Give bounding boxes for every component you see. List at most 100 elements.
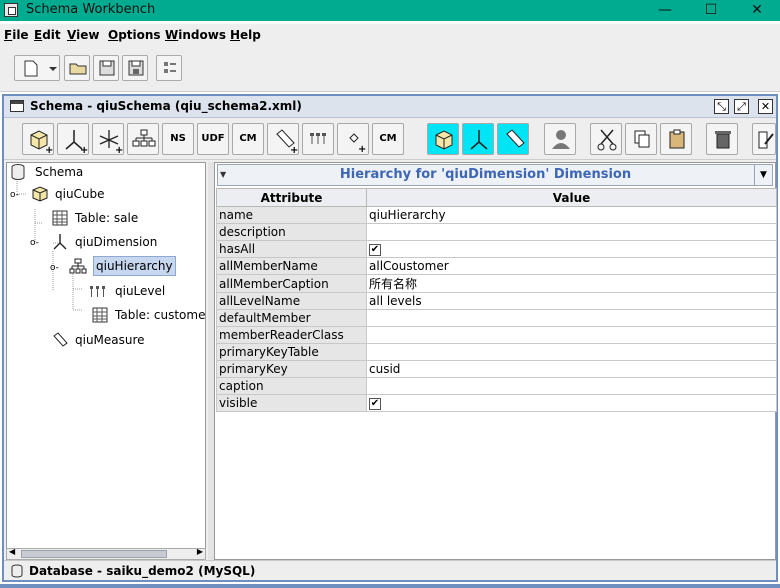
tree-node-table-customer[interactable]: Table: customer <box>115 305 205 325</box>
delete-button[interactable] <box>706 123 738 155</box>
add-named-set-button[interactable]: NS <box>162 123 194 155</box>
element-selector[interactable]: ▼ Hierarchy for 'qiuDimension' Dimension… <box>217 164 773 186</box>
table-row[interactable]: allMemberCaption 所有名称 <box>216 274 777 293</box>
table-row[interactable]: name qiuHierarchy <box>216 206 777 224</box>
cm2-label: CM <box>379 133 397 144</box>
menu-edit[interactable]: Edit <box>34 28 61 42</box>
attribute-value[interactable] <box>366 377 777 395</box>
attribute-value[interactable]: 所有名称 <box>366 274 777 293</box>
open-button[interactable] <box>64 55 90 81</box>
attribute-name: description <box>216 223 367 241</box>
editor-heading: Hierarchy for 'qiuDimension' Dimension <box>339 167 632 182</box>
maximize-button[interactable]: ☐ <box>688 0 734 21</box>
menu-help[interactable]: Help <box>230 28 261 42</box>
add-hierarchy-button[interactable] <box>127 123 159 155</box>
table-row[interactable]: memberReaderClass <box>216 326 777 344</box>
svg-text:+: + <box>115 145 123 156</box>
tree-node-cube[interactable]: qiuCube <box>55 184 105 204</box>
scroll-right-arrow-icon[interactable]: ▶ <box>197 547 203 556</box>
add-role-button[interactable] <box>544 123 576 155</box>
inner-close-button[interactable]: ✕ <box>758 99 773 114</box>
svg-text:+: + <box>290 145 298 156</box>
tree-toggle-cube[interactable]: o- <box>10 185 19 205</box>
jdbc-explorer-button[interactable] <box>156 55 182 81</box>
edit-button[interactable] <box>752 123 776 155</box>
add-property-button[interactable]: + <box>337 123 369 155</box>
tree-node-schema[interactable]: Schema <box>35 163 83 182</box>
level-icon <box>90 286 105 297</box>
add-dimension-button[interactable]: + <box>57 123 89 156</box>
tree-node-table-sale[interactable]: Table: sale <box>75 208 138 228</box>
table-row[interactable]: caption <box>216 377 777 395</box>
menu-file[interactable]: File <box>4 28 29 42</box>
hasall-checkbox[interactable]: ✔ <box>369 243 381 256</box>
attribute-value[interactable]: allCoustomer <box>366 257 777 275</box>
add-virtual-dimension-button[interactable] <box>462 123 494 155</box>
attribute-value[interactable]: all levels <box>366 292 777 310</box>
table-row[interactable]: primaryKey cusid <box>216 360 777 378</box>
copy-button[interactable] <box>625 123 657 155</box>
attribute-name: memberReaderClass <box>216 326 367 344</box>
save-as-button[interactable] <box>122 55 148 81</box>
add-virtual-cube-button[interactable] <box>427 123 459 155</box>
tree-toggle-hierarchy[interactable]: o- <box>50 258 59 278</box>
tree-node-dimension[interactable]: qiuDimension <box>75 232 157 252</box>
add-calculated-member-button[interactable]: CM <box>232 123 264 155</box>
column-header-attribute[interactable]: Attribute <box>216 188 367 207</box>
window-icon <box>10 100 24 112</box>
inner-minimize-button[interactable]: ⤡ <box>714 99 729 114</box>
cut-button[interactable] <box>590 123 622 155</box>
tree-toggle-dimension[interactable]: o- <box>30 233 39 253</box>
tree-node-measure[interactable]: qiuMeasure <box>75 330 145 350</box>
table-row[interactable]: visible ✔ <box>216 394 777 412</box>
menu-windows[interactable]: Windows <box>165 28 226 42</box>
tree-node-hierarchy[interactable]: qiuHierarchy <box>93 256 176 276</box>
close-button[interactable]: ✕ <box>734 0 780 21</box>
add-cube-button[interactable]: + <box>22 123 54 156</box>
add-level-button[interactable] <box>302 123 334 155</box>
save-icon <box>99 60 115 76</box>
table-row[interactable]: description <box>216 223 777 241</box>
attribute-value[interactable]: qiuHierarchy <box>366 206 777 224</box>
menu-view[interactable]: View <box>67 28 99 42</box>
add-measure-button[interactable]: + <box>267 123 299 156</box>
attribute-value-cell[interactable]: ✔ <box>366 240 777 258</box>
tree-horizontal-scrollbar[interactable]: ◀ ▶ <box>6 547 206 560</box>
scroll-thumb[interactable] <box>21 550 167 558</box>
table-row[interactable]: defaultMember <box>216 309 777 327</box>
role-icon <box>552 130 570 149</box>
table-row[interactable]: allMemberName allCoustomer <box>216 257 777 275</box>
main-toolbar <box>0 48 780 92</box>
attribute-value[interactable] <box>366 343 777 361</box>
attribute-value[interactable] <box>366 223 777 241</box>
new-dropdown-button[interactable] <box>14 55 60 81</box>
save-button[interactable] <box>93 55 119 81</box>
table-row[interactable]: hasAll ✔ <box>216 240 777 258</box>
chevron-down-icon[interactable]: ▼ <box>754 165 772 185</box>
attribute-value[interactable] <box>366 309 777 327</box>
table-row[interactable]: primaryKeyTable <box>216 343 777 361</box>
add-virtual-measure-button[interactable] <box>497 123 529 155</box>
attribute-value-cell[interactable]: ✔ <box>366 394 777 412</box>
menu-options[interactable]: Options <box>108 28 161 42</box>
table-row[interactable]: allLevelName all levels <box>216 292 777 310</box>
add-dimension-usage-button[interactable]: + <box>92 123 124 156</box>
new-file-icon <box>24 60 57 77</box>
app-icon <box>4 3 18 17</box>
attribute-value[interactable] <box>366 326 777 344</box>
tree-node-level[interactable]: qiuLevel <box>115 281 165 301</box>
visible-checkbox[interactable]: ✔ <box>369 397 381 410</box>
paste-button[interactable] <box>660 123 692 155</box>
minimize-button[interactable]: — <box>642 0 688 21</box>
schema-toolbar: + + + NS UDF CM + + CM <box>4 120 776 160</box>
menu-bar: File Edit View Options Windows Help <box>0 24 780 48</box>
add-calculated-member-property-button[interactable]: CM <box>372 123 404 155</box>
scroll-left-arrow-icon[interactable]: ◀ <box>9 547 15 556</box>
attribute-value[interactable]: cusid <box>366 360 777 378</box>
ns-label: NS <box>170 133 186 144</box>
column-header-value[interactable]: Value <box>366 188 777 207</box>
inner-maximize-button[interactable]: ⤢ <box>734 99 749 114</box>
database-icon <box>11 164 25 180</box>
add-udf-button[interactable]: UDF <box>197 123 229 155</box>
udf-label: UDF <box>201 133 225 144</box>
